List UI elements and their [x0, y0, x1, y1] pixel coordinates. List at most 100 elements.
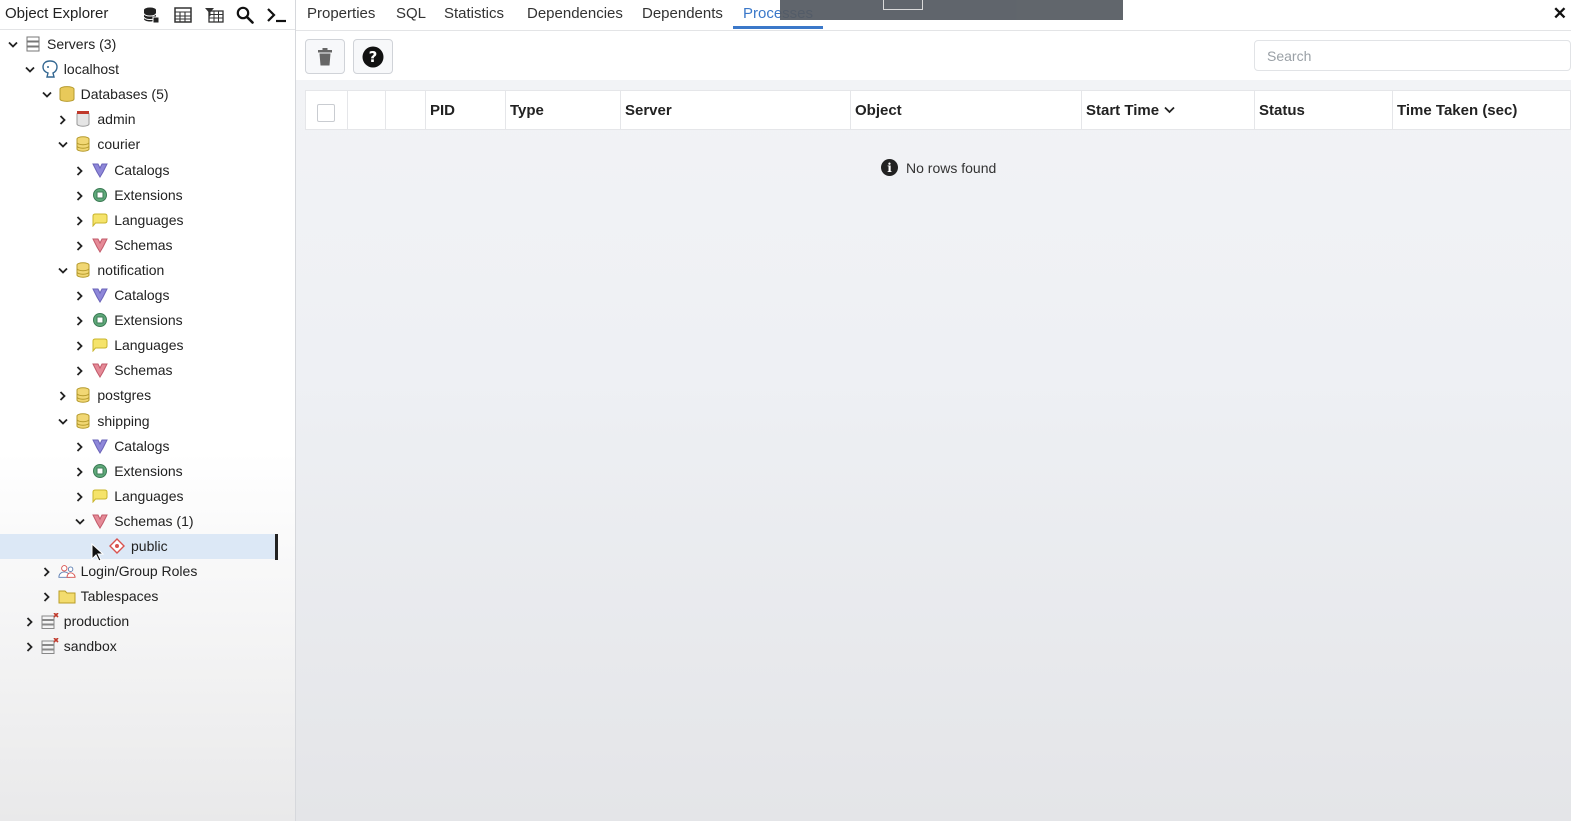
- tree-node[interactable]: localhost: [0, 57, 295, 82]
- chevron-right-icon[interactable]: [57, 390, 69, 402]
- database-disconnected-icon: [74, 110, 92, 128]
- tree-node-label: Extensions: [114, 186, 183, 203]
- chevron-right-icon[interactable]: [24, 616, 36, 628]
- column-header-type[interactable]: Type: [505, 91, 620, 129]
- chevron-down-icon[interactable]: [57, 416, 69, 428]
- tree-node[interactable]: shipping: [0, 409, 295, 434]
- object-explorer-header: Object Explorer: [0, 0, 295, 30]
- tree-node[interactable]: Languages: [0, 484, 295, 509]
- processes-grid-header: PID Type Server Object Start Time Status…: [305, 90, 1571, 130]
- database-icon: [74, 386, 92, 404]
- chevron-right-icon[interactable]: [74, 315, 86, 327]
- database-icon: [74, 261, 92, 279]
- tab-properties[interactable]: Properties: [307, 5, 375, 22]
- tab-dependencies[interactable]: Dependencies: [527, 5, 623, 22]
- tree-node[interactable]: admin: [0, 107, 295, 132]
- chevron-down-icon[interactable]: [57, 265, 69, 277]
- tree-node[interactable]: Login/Group Roles: [0, 559, 295, 584]
- chevron-right-icon[interactable]: [41, 566, 53, 578]
- chevron-right-icon[interactable]: [74, 165, 86, 177]
- chevron-down-icon[interactable]: [41, 89, 53, 101]
- tab-sql[interactable]: SQL: [396, 5, 426, 22]
- tree-node[interactable]: public: [0, 534, 278, 559]
- tree-node[interactable]: sandbox: [0, 634, 295, 659]
- tree-node-label: courier: [97, 136, 141, 153]
- chevron-right-icon[interactable]: [57, 114, 69, 126]
- chevron-right-icon[interactable]: [74, 190, 86, 202]
- column-header-server[interactable]: Server: [620, 91, 850, 129]
- tree-node[interactable]: production: [0, 609, 295, 634]
- delete-button[interactable]: [305, 39, 345, 74]
- chevron-down-icon[interactable]: [7, 39, 19, 51]
- tree-node-label: Catalogs: [114, 437, 170, 454]
- tree-node-label: admin: [97, 111, 136, 128]
- start-time-label: Start Time: [1086, 101, 1160, 119]
- languages-icon: [91, 487, 109, 505]
- chevron-right-icon[interactable]: [74, 340, 86, 352]
- column-header-start-time[interactable]: Start Time: [1081, 91, 1254, 129]
- tree-node[interactable]: Schemas: [0, 358, 295, 383]
- tree-node[interactable]: postgres: [0, 383, 295, 408]
- column-header-pid[interactable]: PID: [425, 91, 505, 129]
- chevron-right-icon[interactable]: [74, 365, 86, 377]
- tree-node-label: Catalogs: [114, 161, 170, 178]
- tree-node[interactable]: Extensions: [0, 459, 295, 484]
- tree-node[interactable]: Catalogs: [0, 158, 295, 183]
- chevron-right-icon[interactable]: [74, 215, 86, 227]
- close-icon[interactable]: ✕: [1553, 4, 1567, 24]
- chevron-down-icon[interactable]: [24, 64, 36, 76]
- help-button[interactable]: ?: [353, 39, 393, 74]
- tree-node-label: Catalogs: [114, 287, 170, 303]
- psql-terminal-icon[interactable]: [264, 3, 290, 27]
- tree-node[interactable]: Languages: [0, 333, 295, 358]
- column-header-status[interactable]: Status: [1254, 91, 1392, 129]
- tree-node-label: Schemas: [114, 362, 173, 379]
- chevron-right-icon[interactable]: [74, 290, 86, 302]
- tree-node[interactable]: Schemas: [0, 233, 295, 258]
- tab-statistics[interactable]: Statistics: [444, 5, 504, 22]
- column-header-time-taken[interactable]: Time Taken (sec): [1392, 91, 1571, 129]
- chevron-right-icon[interactable]: [24, 641, 36, 653]
- tree-node[interactable]: Extensions: [0, 308, 295, 333]
- active-tab-indicator: [733, 26, 823, 29]
- select-all-checkbox[interactable]: [317, 104, 335, 122]
- tree-node[interactable]: Catalogs: [0, 283, 295, 308]
- tree-node[interactable]: Servers (3): [0, 32, 295, 57]
- tree-node-label: shipping: [97, 412, 150, 429]
- database-query-icon[interactable]: [138, 3, 164, 27]
- tree-node-label: Servers (3): [47, 36, 117, 52]
- chevron-right-icon[interactable]: [74, 491, 86, 503]
- tree-node[interactable]: Databases (5): [0, 82, 295, 107]
- tree-node-label: notification: [97, 261, 165, 278]
- tree-node[interactable]: courier: [0, 132, 295, 157]
- databases-icon: [58, 85, 76, 103]
- tree-node[interactable]: Tablespaces: [0, 584, 295, 609]
- column-header-object[interactable]: Object: [850, 91, 1081, 129]
- servers-icon: [24, 35, 42, 53]
- chevron-right-icon[interactable]: [74, 240, 86, 252]
- server-disconnected-icon: [41, 637, 59, 655]
- tab-dependents[interactable]: Dependents: [642, 5, 723, 22]
- tree-node[interactable]: Languages: [0, 208, 295, 233]
- server-disconnected-icon: [41, 612, 59, 630]
- tree-node[interactable]: notification: [0, 258, 295, 283]
- search-input[interactable]: [1254, 40, 1571, 71]
- chevron-right-icon[interactable]: [74, 466, 86, 478]
- tree-node-label: postgres: [97, 387, 152, 404]
- tablespaces-icon: [58, 587, 76, 605]
- tree-node-label: sandbox: [63, 638, 117, 655]
- chevron-right-icon[interactable]: [41, 591, 53, 603]
- chevron-down-icon[interactable]: [57, 139, 69, 151]
- tree-node[interactable]: Catalogs: [0, 434, 295, 459]
- tree-node-label: Schemas (1): [114, 512, 194, 529]
- tree-node-label: Extensions: [114, 312, 183, 329]
- chevron-right-icon[interactable]: [74, 441, 86, 453]
- search-icon[interactable]: [232, 3, 258, 27]
- chevron-down-icon[interactable]: [74, 516, 86, 528]
- table-view-icon[interactable]: [170, 3, 196, 27]
- tree-node[interactable]: Schemas (1): [0, 509, 295, 534]
- tree-node[interactable]: Extensions: [0, 183, 295, 208]
- filter-rows-icon[interactable]: [201, 3, 227, 27]
- schemas-icon: [91, 512, 109, 530]
- database-icon: [74, 412, 92, 430]
